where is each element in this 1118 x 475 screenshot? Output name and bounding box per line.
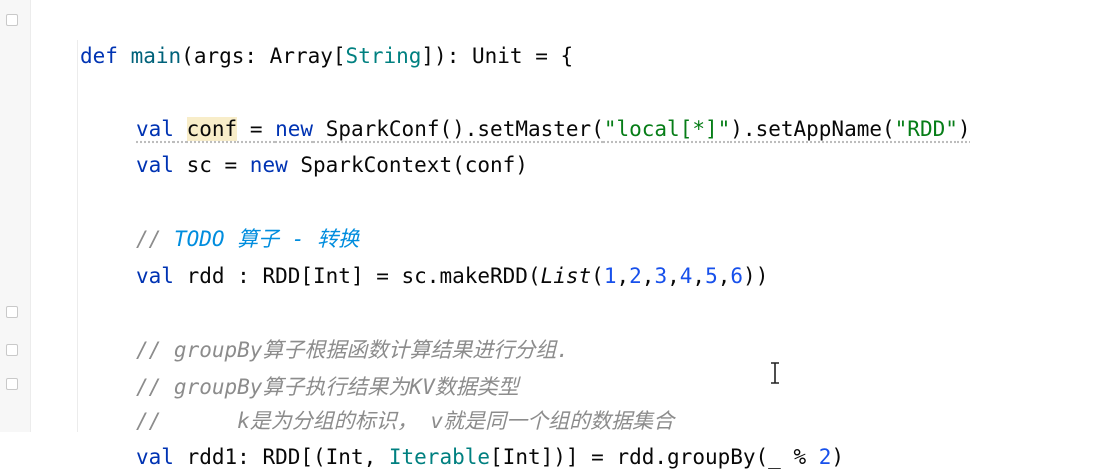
number-literal: 5 <box>705 264 718 288</box>
code-text: ) <box>831 445 845 469</box>
indent-guide <box>77 40 78 432</box>
code-text: SparkContext(conf) <box>287 153 528 177</box>
code-line-rdd1[interactable]: val rdd1: RDD[(Int, Iterable[Int])] = rd… <box>136 403 844 469</box>
number-literal: 6 <box>730 264 744 288</box>
code-line-comment-groupby-3[interactable]: // k是为分组的标识， v就是同一个组的数据集合 <box>136 367 674 433</box>
code-text: rdd1: RDD[(Int, <box>173 445 389 469</box>
keyword-val: val <box>136 264 174 288</box>
number-literal: 4 <box>679 264 693 288</box>
fold-marker-icon[interactable] <box>6 378 18 390</box>
type-iterable: Iterable <box>388 445 491 469</box>
code-text: ( <box>591 264 604 288</box>
code-text: sc = <box>173 153 250 177</box>
code-text: rdd : RDD[Int] = sc.makeRDD( <box>173 264 541 288</box>
code-text: )) <box>743 264 769 288</box>
code-line-todo-comment[interactable]: // TODO 算子 - 转换 <box>136 185 359 251</box>
code-text: ]): Unit = { <box>421 44 574 68</box>
fold-marker-icon[interactable] <box>6 14 18 26</box>
string-literal: "local[*]" <box>603 117 731 141</box>
text-cursor-icon <box>771 362 779 384</box>
code-line-comment-groupby-2[interactable]: // groupBy算子执行结果为KV数据类型 <box>136 333 519 399</box>
code-line-sc[interactable]: val sc = new SparkContext(conf) <box>136 111 528 177</box>
code-line-comment-groupby-1[interactable]: // groupBy算子根据函数计算结果进行分组. <box>136 296 569 362</box>
fold-marker-icon[interactable] <box>6 306 18 318</box>
number-literal: 1 <box>603 264 617 288</box>
type-string: String <box>345 44 422 68</box>
editor-gutter <box>0 0 31 432</box>
code-text: [Int])] = rdd.groupBy(_ % <box>490 445 819 469</box>
code-text: ).setAppName( <box>730 117 895 141</box>
code-line-main-def[interactable]: def main(args: Array[String]): Unit = { <box>80 2 573 68</box>
code-line-rdd[interactable]: val rdd : RDD[Int] = sc.makeRDD(List(1,2… <box>136 222 768 288</box>
number-literal: 2 <box>818 445 832 469</box>
fold-marker-icon[interactable] <box>6 344 18 356</box>
keyword-val: val <box>136 445 174 469</box>
code-line-conf[interactable]: val conf = new SparkConf().setMaster("lo… <box>136 75 971 141</box>
number-literal: 3 <box>654 264 668 288</box>
keyword-def: def <box>80 44 118 68</box>
function-name: main <box>130 44 182 68</box>
keyword-val: val <box>136 153 174 177</box>
list-function: List <box>540 264 592 288</box>
number-literal: 2 <box>629 264 642 288</box>
code-text: (args: Array[ <box>181 44 346 68</box>
code-text: ) <box>957 117 971 141</box>
string-literal: "RDD" <box>894 117 958 141</box>
keyword-new: new <box>249 153 288 177</box>
